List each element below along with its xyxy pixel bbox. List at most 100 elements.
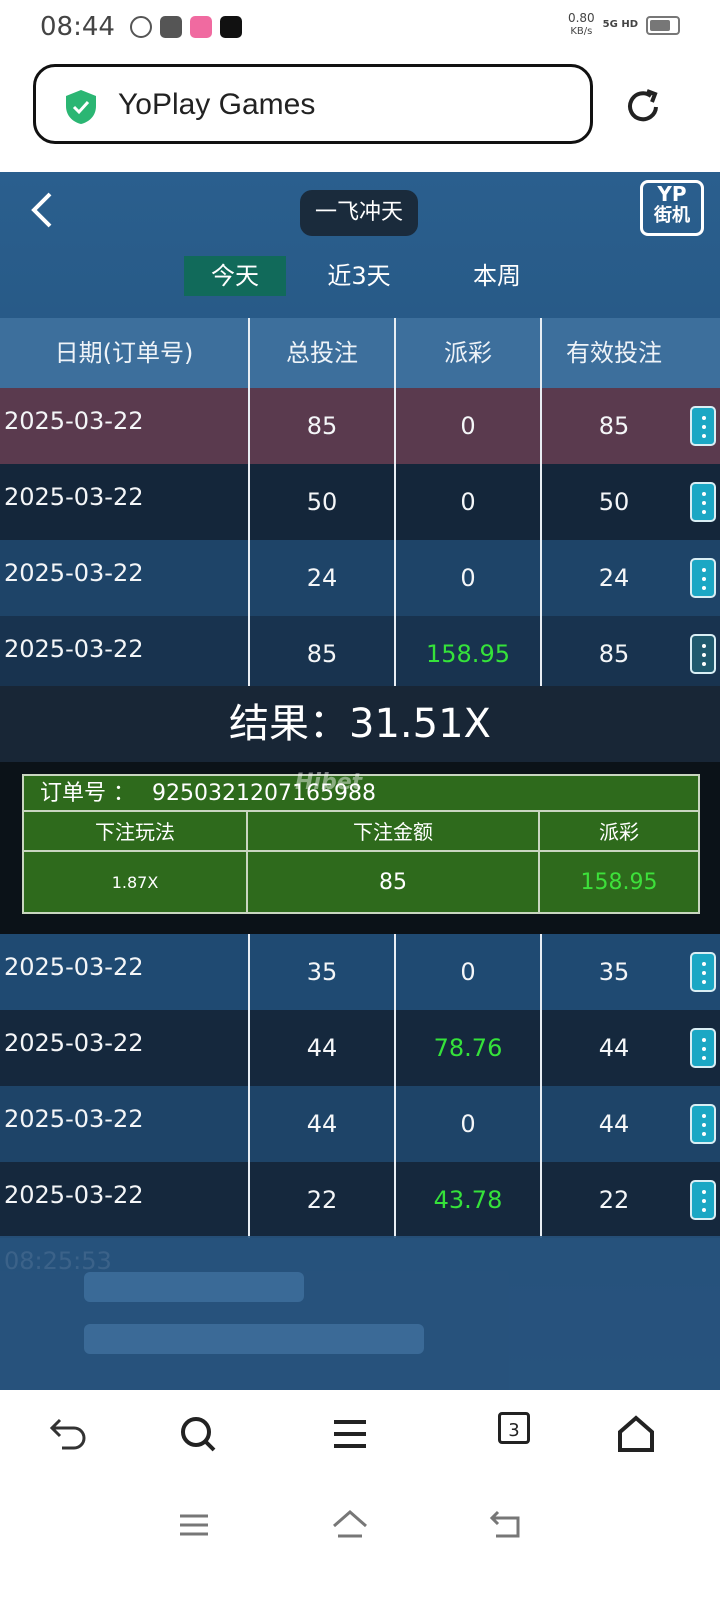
divider — [246, 812, 248, 914]
row-bet: 44 — [306, 1110, 338, 1138]
period-tabs: 今天 近3天 本周 — [184, 256, 570, 296]
table-row[interactable]: 2025-03-22 08:35:31 24 0 24 — [0, 540, 720, 653]
status-right: 0.80 KB/s 5G HD — [568, 12, 680, 38]
browser-toolbar: 3 — [0, 1390, 720, 1490]
more-button[interactable] — [690, 634, 716, 674]
more-button[interactable] — [690, 406, 716, 446]
column-divider — [540, 318, 542, 686]
row-payout: 0 — [460, 958, 476, 986]
table-header: 日期(订单号) 总投注 派彩 有效投注 — [0, 318, 720, 388]
system-back-icon[interactable] — [486, 1506, 526, 1542]
signal-icon: 5G HD — [602, 19, 638, 30]
row-payout: 43.78 — [433, 1186, 503, 1214]
row-bet: 44 — [306, 1034, 338, 1062]
reload-icon[interactable] — [622, 86, 664, 128]
play-icon — [160, 16, 182, 38]
row-payout: 78.76 — [433, 1034, 503, 1062]
header-payout: 派彩 — [444, 339, 492, 367]
more-button[interactable] — [690, 1104, 716, 1144]
notification-icons — [130, 16, 242, 38]
tiktok-icon — [220, 16, 242, 38]
status-time: 08:44 — [40, 12, 115, 42]
header-date: 日期(订单号) — [54, 339, 194, 367]
column-divider — [394, 318, 396, 686]
more-button[interactable] — [690, 558, 716, 598]
row-bet: 85 — [306, 640, 338, 668]
row-valid: 44 — [598, 1034, 630, 1062]
chat-background — [0, 1236, 720, 1390]
row-date: 2025-03-22 08:35:31 — [4, 559, 144, 653]
system-nav — [0, 1490, 720, 1612]
detail-play: 1.87X — [111, 873, 159, 892]
battery-icon — [646, 15, 680, 35]
game-title: 一飞冲天 — [300, 190, 418, 236]
row-bet: 50 — [306, 488, 338, 516]
table-row[interactable]: 2025-03-22 08:28:37 44 0 44 — [0, 1086, 720, 1199]
order-label: 订单号 ： — [40, 781, 135, 806]
status-bar: 08:44 0.80 KB/s 5G HD — [0, 0, 720, 56]
link-icon — [130, 16, 152, 38]
header-valid: 有效投注 — [566, 339, 662, 367]
row-payout: 158.95 — [426, 640, 510, 668]
row-valid: 85 — [598, 640, 630, 668]
detail-header-payout: 派彩 — [599, 820, 639, 844]
row-date: 2025-03-22 08:36:19 — [4, 407, 144, 501]
table-row[interactable]: 2025-03-22 08:29:11 44 78.76 44 — [0, 1010, 720, 1123]
chat-bubble — [84, 1324, 424, 1354]
row-date: 2025-03-22 08:29:11 — [4, 1029, 144, 1123]
net-speed: 0.80 KB/s — [567, 11, 595, 38]
row-bet: 85 — [306, 412, 338, 440]
column-divider — [540, 934, 542, 1238]
app-icon — [190, 16, 212, 38]
chat-bubble — [84, 1272, 304, 1302]
row-payout: 0 — [460, 564, 476, 592]
tab-today[interactable]: 今天 — [184, 256, 286, 296]
row-valid: 24 — [598, 564, 630, 592]
search-icon[interactable] — [176, 1412, 220, 1456]
back-icon[interactable] — [24, 190, 64, 230]
more-button[interactable] — [690, 952, 716, 992]
divider — [538, 812, 540, 914]
table-row[interactable]: 2025-03-22 08:36:19 85 0 85 — [0, 388, 720, 501]
row-bet: 24 — [306, 564, 338, 592]
row-date: 2025-03-22 08:33:20 — [4, 635, 144, 729]
watermark: Hibet — [295, 770, 363, 795]
table-row[interactable]: 2025-03-22 08:33:20 85 158.95 85 — [0, 616, 720, 729]
more-button[interactable] — [690, 1180, 716, 1220]
row-bet: 22 — [306, 1186, 338, 1214]
site-title: YoPlay Games — [118, 88, 316, 121]
address-bar[interactable]: YoPlay Games — [33, 64, 593, 144]
recents-icon[interactable] — [176, 1510, 212, 1540]
back-arrow-icon[interactable] — [46, 1412, 90, 1456]
detail-payout: 158.95 — [580, 870, 658, 895]
shield-icon — [66, 90, 96, 124]
table-row[interactable]: 2025-03-22 08:35:54 50 0 50 — [0, 464, 720, 577]
tab-3days[interactable]: 近3天 — [294, 256, 424, 296]
column-divider — [248, 934, 250, 1238]
table-row[interactable]: 2025-03-22 08:31:35 35 0 35 — [0, 934, 720, 1047]
detail-header-play: 下注玩法 — [95, 820, 175, 844]
row-valid: 44 — [598, 1110, 630, 1138]
more-button[interactable] — [690, 1028, 716, 1068]
row-date: 2025-03-22 08:28:37 — [4, 1105, 144, 1199]
result-text: 结果：31.51X — [0, 686, 720, 762]
row-date: 2025-03-22 08:31:35 — [4, 953, 144, 1047]
table-row[interactable]: 2025-03-22 08:25:53 22 43.78 22 — [0, 1162, 720, 1275]
row-bet: 35 — [306, 958, 338, 986]
row-valid: 85 — [598, 412, 630, 440]
row-payout: 0 — [460, 1110, 476, 1138]
row-payout: 0 — [460, 412, 476, 440]
column-divider — [394, 934, 396, 1238]
tabs-button[interactable]: 3 — [498, 1412, 530, 1444]
row-date: 2025-03-22 08:35:54 — [4, 483, 144, 577]
home-icon[interactable] — [614, 1412, 658, 1456]
tab-week[interactable]: 本周 — [432, 256, 562, 296]
row-valid: 22 — [598, 1186, 630, 1214]
menu-icon[interactable] — [328, 1412, 372, 1456]
yp-logo: YP 街机 — [640, 180, 704, 236]
row-valid: 50 — [598, 488, 630, 516]
header-bet: 总投注 — [286, 339, 358, 367]
column-divider — [248, 318, 250, 686]
more-button[interactable] — [690, 482, 716, 522]
system-home-icon[interactable] — [330, 1506, 370, 1542]
